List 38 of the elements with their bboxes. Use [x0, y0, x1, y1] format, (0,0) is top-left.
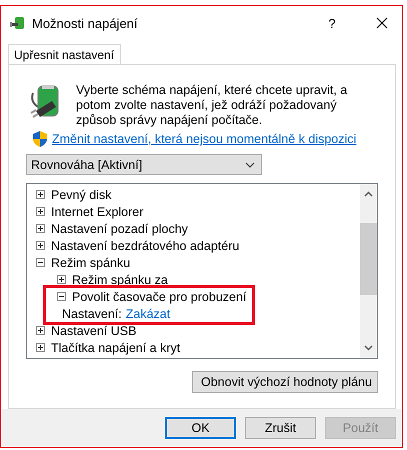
dialog-button[interactable]: Zrušit	[245, 417, 316, 439]
restore-defaults-button[interactable]: Obnovit výchozí hodnoty plánu	[192, 371, 378, 393]
expand-icon[interactable]	[36, 224, 45, 233]
close-icon[interactable]	[376, 17, 388, 29]
setting-value[interactable]: Zakázat	[126, 306, 170, 320]
tree-item[interactable]: Internet Explorer	[51, 204, 144, 218]
expand-icon[interactable]	[36, 343, 45, 352]
expand-icon[interactable]	[36, 241, 45, 250]
expand-icon[interactable]	[36, 326, 45, 335]
tree-item[interactable]: Povolit časovače pro probuzení	[72, 290, 246, 304]
scroll-up-icon[interactable]	[364, 191, 373, 197]
tree-item[interactable]: Nastavení bezdrátového adaptéru	[51, 238, 240, 252]
shield-icon	[33, 131, 47, 147]
setting-label: Nastavení:	[62, 306, 122, 320]
collapse-icon[interactable]	[57, 292, 66, 301]
tree-item[interactable]: Režim spánku	[51, 256, 130, 270]
tree-item[interactable]: Režim spánku za	[72, 272, 168, 286]
tree-item[interactable]: Pevný disk	[51, 188, 112, 202]
tree-item[interactable]: Nastavení pozadí plochy	[51, 222, 188, 236]
scrollbar[interactable]	[360, 184, 377, 358]
scroll-down-icon[interactable]	[364, 345, 373, 351]
dropdown-value: Rovnováha [Aktivní]	[31, 158, 142, 172]
help-button[interactable]: ?	[322, 16, 342, 30]
description-text: Vyberte schéma napájení, které chcete upravit, a potom zvolte nastavení, jež odráží požadovaný způsob správy napájení počítače.	[76, 83, 348, 128]
plan-dropdown[interactable]: Rovnováha [Aktivní]	[26, 154, 262, 175]
collapse-icon[interactable]	[36, 258, 45, 267]
battery-plug-icon	[10, 15, 26, 31]
expand-icon[interactable]	[36, 207, 45, 216]
tab[interactable]: Upřesnit nastavení	[8, 44, 122, 65]
tree-item[interactable]: Nastavení USB	[51, 324, 136, 338]
dialog-button[interactable]: OK	[165, 417, 236, 439]
expand-icon[interactable]	[36, 190, 45, 199]
tree-item[interactable]: Tlačítka napájení a kryt	[51, 340, 180, 354]
change-settings-link[interactable]: Změnit nastavení, která nejsou momentálně k dispozici	[52, 132, 356, 146]
scroll-thumb[interactable]	[360, 223, 377, 295]
expand-icon[interactable]	[57, 275, 66, 284]
window-title: Možnosti napájení	[32, 16, 139, 30]
chevron-down-icon	[245, 162, 255, 168]
